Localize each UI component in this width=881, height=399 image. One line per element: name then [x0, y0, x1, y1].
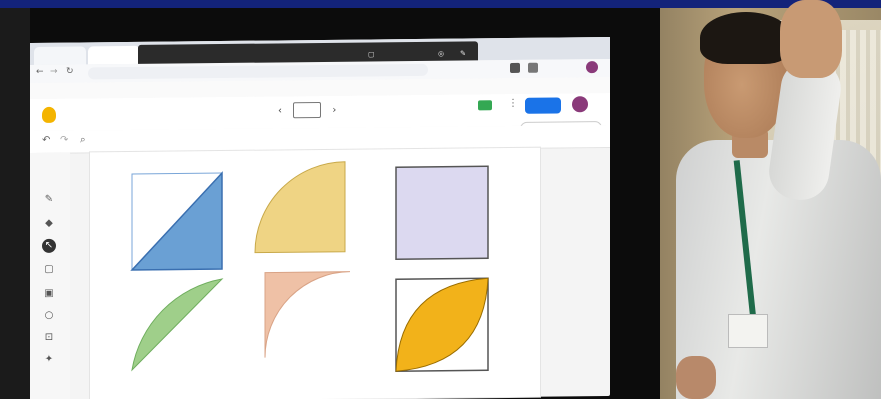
teacher — [640, 0, 881, 399]
redo-icon[interactable]: ↷ — [60, 135, 68, 146]
laser-icon[interactable]: ✦ — [42, 353, 56, 367]
prev-frame-icon[interactable]: ‹ — [278, 105, 282, 116]
jamboard-canvas[interactable] — [90, 147, 540, 399]
select-icon[interactable]: ↖ — [42, 238, 56, 253]
extension-icon[interactable] — [510, 62, 520, 74]
browser-tab-1[interactable] — [34, 46, 86, 65]
browser-screen: ▢ ◎ ✎ ← → ↻ ‹ › ⋮ ↶ ↷ ⌕ ✎ ◆ ↖ ▢ ▣ ○ ⊡ ✦ — [30, 36, 610, 399]
meet-icon[interactable] — [478, 100, 492, 111]
right-triangle-shape[interactable] — [130, 171, 223, 271]
frame-thumbnail[interactable] — [293, 101, 322, 119]
more-vert-icon[interactable]: ⋮ — [508, 98, 518, 109]
shapes-drawing — [130, 161, 489, 372]
back-icon[interactable]: ← — [36, 67, 44, 77]
lower-hand — [676, 356, 716, 399]
bookmarks-text[interactable] — [30, 87, 38, 94]
monitor-bezel — [0, 8, 30, 399]
green-segment-shape[interactable] — [131, 278, 224, 372]
photo-scene: ▢ ◎ ✎ ← → ↻ ‹ › ⋮ ↶ ↷ ⌕ ✎ ◆ ↖ ▢ ▣ ○ ⊡ ✦ — [0, 0, 881, 399]
jamboard-logo-icon — [42, 106, 56, 123]
user-avatar[interactable] — [572, 96, 588, 113]
image-icon[interactable]: ▣ — [42, 287, 56, 301]
square-shape[interactable] — [395, 165, 489, 260]
raised-hand — [780, 0, 842, 78]
text-box-icon[interactable]: ⊡ — [42, 331, 56, 345]
pen-icon[interactable]: ✎ — [42, 193, 56, 207]
zoom-icon[interactable]: ⌕ — [80, 134, 86, 145]
tool-sidebar: ✎ ◆ ↖ ▢ ▣ ○ ⊡ ✦ — [30, 152, 70, 399]
extension-icon-2[interactable] — [528, 62, 538, 73]
teacher-hair — [700, 12, 792, 64]
next-frame-icon[interactable]: › — [332, 105, 336, 116]
undo-icon[interactable]: ↶ — [42, 135, 50, 146]
reload-icon[interactable]: ↻ — [66, 67, 74, 77]
quarter-circle-shape[interactable] — [254, 161, 346, 254]
browser-tab-2[interactable] — [88, 45, 140, 65]
eraser-icon[interactable]: ◆ — [42, 217, 56, 231]
sticky-note-icon[interactable]: ▢ — [42, 263, 56, 277]
address-input[interactable] — [88, 63, 428, 80]
frame-navigator: ‹ › — [278, 101, 336, 119]
profile-avatar-icon[interactable] — [586, 61, 598, 74]
share-button[interactable] — [525, 97, 561, 114]
pink-corner-shape[interactable] — [264, 271, 351, 358]
forward-icon[interactable]: → — [50, 67, 58, 77]
circle-icon[interactable]: ○ — [42, 309, 56, 323]
name-badge — [728, 314, 768, 348]
